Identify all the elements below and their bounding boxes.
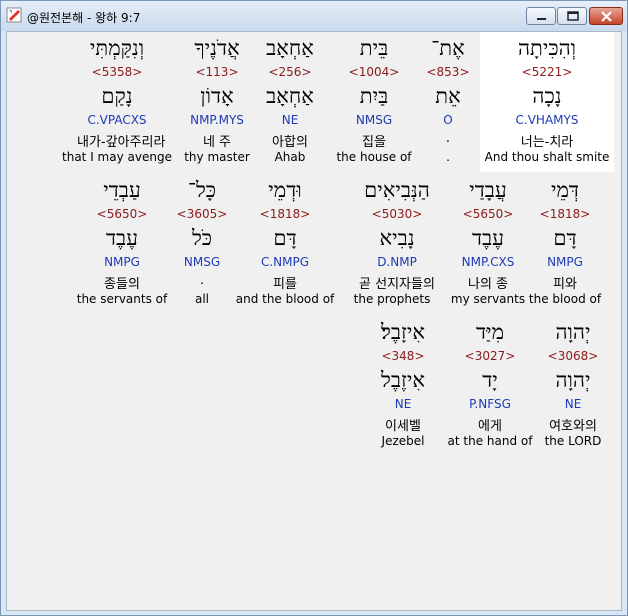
strong-number: <256>	[268, 65, 312, 79]
hebrew-root: אָדוֹן	[200, 84, 234, 108]
korean-gloss: 피와	[553, 277, 577, 292]
window-title: @원전본해 - 왕하 9:7	[27, 11, 141, 25]
close-icon	[601, 11, 612, 22]
close-button[interactable]	[589, 7, 623, 25]
strong-number: <5030>	[371, 207, 423, 221]
hebrew-root: נָבִיא	[379, 226, 415, 250]
hebrew-word: אֶת־	[431, 36, 465, 60]
morph-code: NMP.CXS	[461, 255, 515, 269]
korean-gloss: 집을	[362, 135, 386, 150]
hebrew-root: דָּם	[553, 226, 577, 250]
hebrew-word: הַנְּבִיאִים	[364, 178, 430, 202]
korean-gloss: 너는-치라	[520, 135, 574, 150]
minimize-button[interactable]	[526, 7, 556, 25]
word-cell[interactable]: וְנִקַּמְתִּי <5358> נָקַם C.VPACXS 내가-갚…	[62, 32, 172, 172]
korean-gloss: 여호와의	[549, 419, 597, 434]
hebrew-word: אִיזָבֶל׃	[381, 320, 425, 344]
korean-gloss: 나의 종	[467, 277, 508, 292]
hebrew-word: וְהִכִּיתָה	[517, 36, 577, 60]
english-gloss: that I may avenge	[62, 150, 172, 164]
morph-code: NMPG	[104, 255, 140, 269]
app-window: @원전본해 - 왕하 9:7 וְהִכִּיתָה <5221> נָכָה …	[0, 0, 628, 616]
strong-number: <5358>	[91, 65, 143, 79]
strong-number: <348>	[381, 349, 425, 363]
morph-code: C.VPACXS	[87, 113, 147, 127]
korean-gloss: 곧 선지자들의	[359, 277, 435, 292]
word-cell[interactable]: עַבְדֵי <5650> עֶבֶד NMPG 종들의 the servan…	[77, 174, 167, 314]
morph-code: NMSG	[355, 113, 393, 127]
hebrew-root: דָּם	[273, 226, 297, 250]
korean-gloss: 내가-갚아주리라	[77, 135, 166, 150]
strong-number: <1004>	[348, 65, 400, 79]
hebrew-root: עֶבֶד	[471, 226, 505, 250]
hebrew-root: נָכָה	[532, 84, 562, 108]
strong-number: <5221>	[521, 65, 573, 79]
korean-gloss: 네 주	[202, 135, 232, 150]
hebrew-word: כָּל־	[187, 178, 217, 202]
strong-number: <1818>	[259, 207, 311, 221]
morph-code: O	[443, 113, 453, 127]
word-cell[interactable]: אֲדֹנֶיךָ <113> אָדוֹן NMP.MYS 네 주 thy m…	[177, 32, 257, 172]
morph-code: C.VHAMYS	[515, 113, 579, 127]
english-gloss: Jezebel	[381, 434, 425, 448]
morph-code: NMP.MYS	[190, 113, 244, 127]
word-cell[interactable]: הַנְּבִיאִים <5030> נָבִיא D.NMP 곧 선지자들의…	[352, 174, 442, 314]
morph-code: NE	[394, 397, 412, 411]
title-bar[interactable]: @원전본해 - 왕하 9:7	[1, 1, 627, 31]
hebrew-root: כֹּל	[191, 226, 213, 250]
word-cell[interactable]: עֲבָדַי <5650> עֶבֶד NMP.CXS 나의 종 my ser…	[448, 174, 528, 314]
strong-number: <853>	[426, 65, 470, 79]
maximize-button[interactable]	[557, 7, 587, 25]
hebrew-word: עַבְדֵי	[103, 178, 141, 202]
app-icon	[6, 7, 22, 23]
hebrew-root: יְהוָה	[555, 368, 591, 392]
korean-gloss: .	[199, 273, 205, 288]
strong-number: <1818>	[539, 207, 591, 221]
minimize-icon	[537, 18, 546, 20]
korean-gloss: 피를	[273, 277, 297, 292]
hebrew-word: אַחְאָב	[266, 36, 314, 60]
strong-number: <3605>	[176, 207, 228, 221]
english-gloss: the servants of	[76, 292, 168, 306]
hebrew-root: יָד	[482, 368, 498, 392]
strong-number: <3027>	[464, 349, 516, 363]
hebrew-word: וְנִקַּמְתִּי	[89, 36, 145, 60]
hebrew-root: עֶבֶד	[105, 226, 139, 250]
korean-gloss: .	[445, 131, 451, 146]
strong-number: <3068>	[547, 349, 599, 363]
strong-number: <113>	[195, 65, 239, 79]
morph-code: NE	[564, 397, 582, 411]
hebrew-root: אִיזֶבֶל	[381, 368, 425, 392]
morph-code: D.NMP	[377, 255, 417, 269]
morph-code: NMPG	[547, 255, 583, 269]
hebrew-root: אֵת	[435, 84, 461, 108]
morph-code: NMSG	[183, 255, 221, 269]
hebrew-word: וּדְמֵי	[268, 178, 302, 202]
morph-code: NE	[281, 113, 299, 127]
korean-gloss: 에게	[478, 419, 502, 434]
interlinear-panel: וְהִכִּיתָה <5221> נָכָה C.VHAMYS 너는-치라 …	[6, 31, 622, 611]
hebrew-word: דְּמֵי	[550, 178, 580, 202]
korean-gloss: 아합의	[272, 135, 308, 150]
hebrew-word: יְהוָה	[555, 320, 591, 344]
hebrew-root: נָקַם	[101, 84, 133, 108]
hebrew-word: מִיַּד	[475, 320, 505, 344]
strong-number: <5650>	[462, 207, 514, 221]
maximize-icon	[567, 11, 579, 21]
strong-number: <5650>	[96, 207, 148, 221]
hebrew-word: אֲדֹנֶיךָ	[194, 36, 240, 60]
korean-gloss: 종들의	[104, 277, 140, 292]
hebrew-word: בֵּית	[359, 36, 389, 60]
hebrew-word: עֲבָדַי	[469, 178, 507, 202]
hebrew-root: אַחְאָב	[266, 84, 314, 108]
word-cell[interactable]: אִיזָבֶל׃ <348> אִיזֶבֶל NE 이세벨 Jezebel	[363, 316, 443, 456]
morph-code: C.NMPG	[260, 255, 310, 269]
korean-gloss: 이세벨	[385, 419, 421, 434]
hebrew-root: בַּיִת	[359, 84, 389, 108]
english-gloss: the prophets	[353, 292, 431, 306]
morph-code: P.NFSG	[469, 397, 511, 411]
